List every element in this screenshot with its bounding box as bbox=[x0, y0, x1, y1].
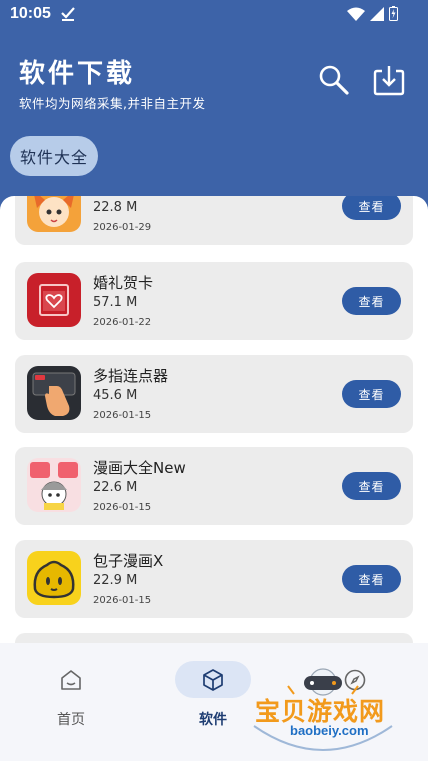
home-icon bbox=[61, 670, 81, 690]
app-name: 漫画大全New bbox=[93, 459, 186, 477]
page-subtitle: 软件均为网络采集,并非自主开发 bbox=[19, 96, 206, 111]
app-icon bbox=[27, 366, 81, 420]
view-button[interactable]: 查看 bbox=[342, 380, 401, 408]
list-item[interactable]: 婚礼贺卡 57.1 M 2026-01-22 查看 bbox=[15, 262, 413, 340]
watermark-url: baobeiy.com bbox=[290, 723, 369, 738]
cube-icon bbox=[203, 669, 223, 691]
download-complete-icon bbox=[61, 7, 75, 21]
app-header: 10:05 软件下载 软件均为网络采集,并非自主开发 软件大全 bbox=[0, 0, 428, 212]
app-icon bbox=[27, 273, 81, 327]
view-button[interactable]: 查看 bbox=[342, 287, 401, 315]
battery-icon bbox=[389, 6, 398, 21]
app-name: 婚礼贺卡 bbox=[93, 274, 154, 292]
app-date: 2026-01-29 bbox=[93, 222, 152, 233]
app-date: 2026-01-15 bbox=[93, 502, 152, 513]
page-title: 软件下载 bbox=[19, 59, 136, 89]
app-date: 2026-01-15 bbox=[93, 410, 152, 421]
app-size: 57.1 M bbox=[93, 295, 138, 310]
app-name: 包子漫画X bbox=[93, 552, 164, 570]
status-bar: 10:05 bbox=[0, 0, 428, 30]
app-date: 2026-01-22 bbox=[93, 317, 152, 328]
nav-label: 首页 bbox=[57, 712, 85, 728]
list-item[interactable]: 漫画大全New 22.6 M 2026-01-15 查看 bbox=[15, 447, 413, 525]
app-size: 45.6 M bbox=[93, 388, 138, 403]
app-name: 多指连点器 bbox=[93, 367, 169, 385]
app-icon bbox=[27, 196, 81, 232]
download-icon[interactable] bbox=[372, 63, 406, 97]
watermark-logo: 宝贝游戏网 baobeiy.com bbox=[248, 666, 398, 758]
view-button[interactable]: 查看 bbox=[342, 472, 401, 500]
signal-icon bbox=[370, 6, 384, 21]
view-button[interactable]: 查看 bbox=[342, 565, 401, 593]
list-item[interactable]: 多指连点器 45.6 M 2026-01-15 查看 bbox=[15, 355, 413, 433]
status-time: 10:05 bbox=[10, 5, 51, 22]
app-date: 2026-01-15 bbox=[93, 595, 152, 606]
nav-item-home[interactable]: 首页 bbox=[16, 661, 126, 731]
view-button[interactable]: 查看 bbox=[342, 196, 401, 220]
app-icon bbox=[27, 458, 81, 512]
list-item[interactable]: 22.8 M 2026-01-29 查看 bbox=[15, 196, 413, 245]
app-size: 22.8 M bbox=[93, 200, 138, 215]
app-list: 22.8 M 2026-01-29 查看 婚礼贺卡 57.1 M 2026-01… bbox=[0, 196, 428, 643]
app-size: 22.6 M bbox=[93, 480, 138, 495]
app-size: 22.9 M bbox=[93, 573, 138, 588]
list-item[interactable] bbox=[15, 633, 413, 643]
search-icon[interactable] bbox=[317, 63, 351, 97]
status-icons bbox=[347, 6, 398, 21]
app-icon bbox=[27, 551, 81, 605]
wifi-icon bbox=[347, 7, 365, 21]
filter-chip-all-software[interactable]: 软件大全 bbox=[10, 136, 98, 176]
list-item[interactable]: 包子漫画X 22.9 M 2026-01-15 查看 bbox=[15, 540, 413, 618]
